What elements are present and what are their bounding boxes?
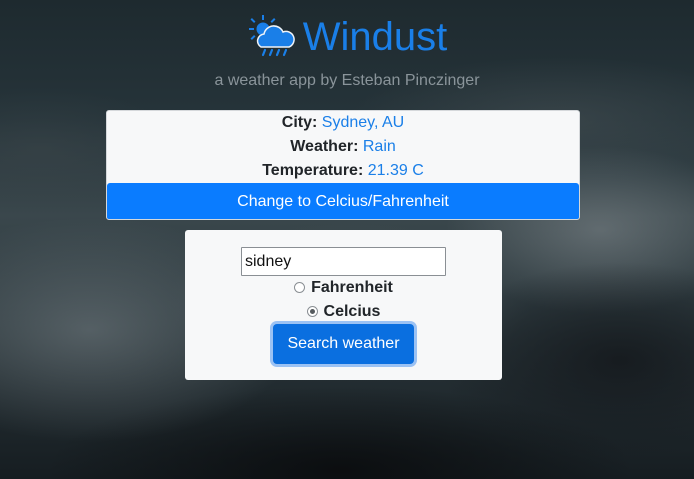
temperature-label: Temperature:: [262, 162, 364, 179]
app-header: Windust a weather app by Esteban Pinczin…: [0, 12, 694, 90]
weather-rain-sun-icon: [247, 15, 295, 59]
weather-label: Weather:: [290, 138, 359, 155]
app-title: Windust: [302, 15, 448, 59]
city-row: City: Sydney, AU: [107, 111, 579, 135]
celcius-label: Celcius: [323, 303, 381, 320]
city-label: City:: [281, 114, 318, 131]
temperature-value: 21.39 C: [367, 162, 424, 179]
city-value: Sydney, AU: [321, 114, 405, 131]
fahrenheit-option[interactable]: Fahrenheit: [185, 277, 502, 299]
celcius-radio[interactable]: [306, 306, 318, 317]
toggle-unit-button[interactable]: Change to Celcius/Fahrenheit: [107, 183, 579, 219]
search-card: Fahrenheit Celcius Search weather: [185, 230, 502, 380]
fahrenheit-label: Fahrenheit: [311, 279, 393, 296]
brand: Windust: [247, 12, 448, 62]
temperature-row: Temperature: 21.39 C: [107, 159, 579, 183]
fahrenheit-radio[interactable]: [294, 282, 306, 293]
app-subtitle: a weather app by Esteban Pinczinger: [214, 72, 480, 89]
weather-row: Weather: Rain: [107, 135, 579, 159]
search-weather-button[interactable]: Search weather: [273, 324, 414, 364]
weather-value: Rain: [362, 138, 396, 155]
city-search-input[interactable]: [241, 247, 446, 276]
weather-info-card: City: Sydney, AU Weather: Rain Temperatu…: [106, 110, 580, 220]
celcius-option[interactable]: Celcius: [185, 301, 502, 323]
